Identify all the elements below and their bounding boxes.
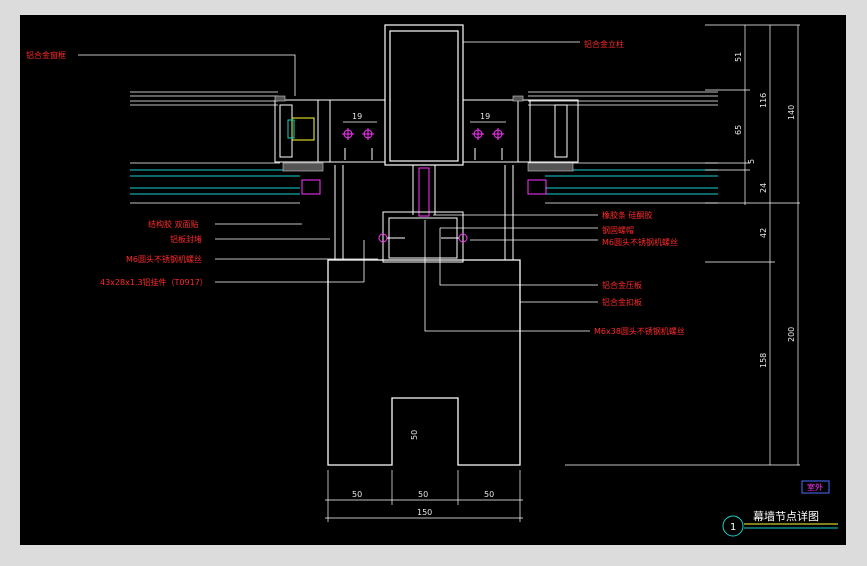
outdoor-tag: 室外 <box>807 482 823 492</box>
label-panel-seal: 铝板封堵 <box>170 234 202 244</box>
cad-drawing: 铝合金窗框 结构胶 双面贴 铝板封堵 M6圆头不锈钢机螺丝 43x28x1.3铝… <box>20 15 846 545</box>
dim-total-150: 150 <box>417 508 432 517</box>
dim-116: 116 <box>759 93 768 108</box>
dim-bottom-50-2: 50 <box>418 490 428 499</box>
label-nut: 钢固螺帽 <box>602 225 634 235</box>
dim-200: 200 <box>787 327 796 342</box>
drawing-frame: 铝合金窗框 结构胶 双面贴 铝板封堵 M6圆头不锈钢机螺丝 43x28x1.3铝… <box>0 0 867 562</box>
label-cover-plate: 铝合金扣板 <box>602 297 642 307</box>
label-m6-screw-right: M6圆头不锈钢机螺丝 <box>602 237 678 247</box>
title-number: 1 <box>730 522 736 533</box>
dim-19-left: 19 <box>352 112 362 121</box>
dim-51: 51 <box>734 52 743 62</box>
label-mullion: 铝合金立柱 <box>584 39 624 49</box>
dim-bottom-50-3: 50 <box>484 490 494 499</box>
label-pressure-plate: 铝合金压板 <box>602 280 642 290</box>
label-structural-glue: 结构胶 双面贴 <box>148 219 199 229</box>
dim-19-right: 19 <box>480 112 490 121</box>
label-m6-screw-left: M6圆头不锈钢机螺丝 <box>126 254 202 264</box>
label-window-frame: 铝合金窗框 <box>26 50 66 60</box>
label-m6x38-screw: M6x38圆头不锈钢机螺丝 <box>594 326 685 336</box>
dim-65: 65 <box>734 125 743 135</box>
drawing-title: 幕墙节点详图 <box>753 509 819 523</box>
dim-140: 140 <box>787 105 796 120</box>
dim-5: 5 <box>747 159 756 164</box>
dim-inner-50: 50 <box>410 430 419 440</box>
label-hanger: 43x28x1.3铝挂件（T0917） <box>100 277 208 287</box>
label-rubber-strip: 橡胶条 硅酮胶 <box>602 210 653 220</box>
dim-bottom-50-1: 50 <box>352 490 362 499</box>
dim-42: 42 <box>759 228 768 238</box>
dim-158: 158 <box>759 353 768 368</box>
dim-24: 24 <box>759 183 768 193</box>
